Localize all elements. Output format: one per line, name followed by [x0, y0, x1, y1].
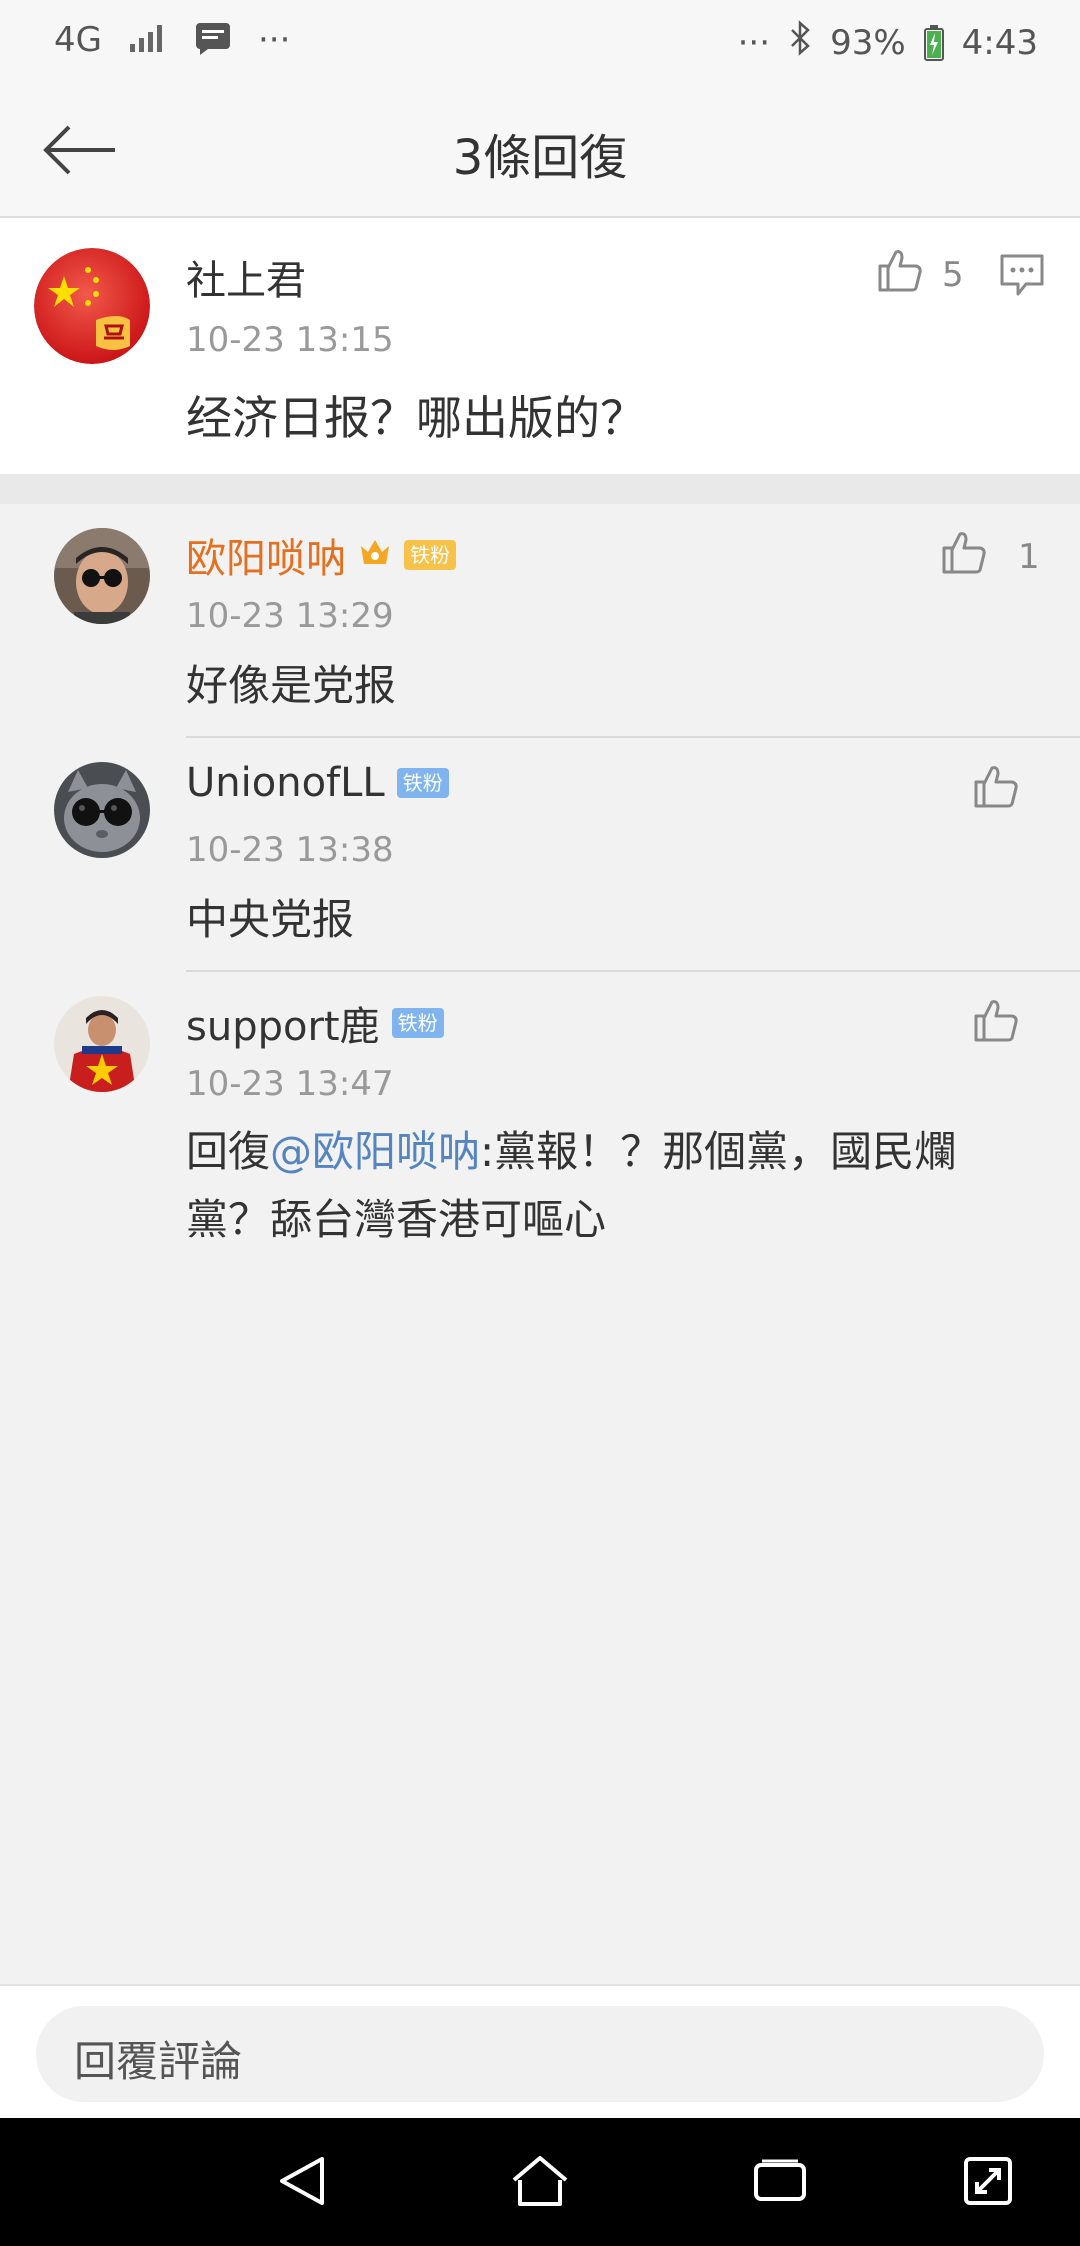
like-count: 1 — [1018, 536, 1040, 577]
thumbs-up-icon — [972, 762, 1020, 819]
reply-list: 欧阳唢呐 铁粉 1 10-23 13:29 好像是党报 UnionofLL 铁粉… — [0, 504, 1080, 1272]
fan-badge: 铁粉 — [404, 540, 456, 570]
mention-link[interactable]: @欧阳唢呐 — [270, 1127, 480, 1176]
nav-back-icon — [274, 2153, 330, 2213]
avatar[interactable] — [54, 528, 150, 624]
expand-screen-icon — [963, 2156, 1013, 2210]
nav-recents-button[interactable] — [740, 2148, 820, 2218]
reply-text-line1: :黨報！？那個黨，國民爛 — [480, 1127, 957, 1176]
vip-crown-icon — [358, 532, 392, 578]
reply-prefix: 回復 — [186, 1127, 271, 1176]
avatar[interactable] — [54, 996, 150, 1092]
thumbs-up-icon — [972, 996, 1020, 1053]
comment-time: 10-23 13:15 — [186, 320, 394, 360]
username[interactable]: 社上君 — [186, 248, 306, 306]
thumbs-up-icon — [876, 246, 924, 303]
message-icon — [194, 21, 232, 59]
thumbs-up-icon — [940, 528, 988, 585]
reply-time: 10-23 13:47 — [186, 1064, 394, 1104]
reply-item: 欧阳唢呐 铁粉 1 10-23 13:29 好像是党报 — [0, 504, 1080, 738]
nav-back-button[interactable] — [262, 2148, 342, 2218]
username-row: UnionofLL 铁粉 — [186, 760, 449, 806]
status-bar: 4G ··· ··· 93% 4:43 — [0, 0, 1080, 88]
fan-badge: 铁粉 — [391, 1008, 444, 1038]
reply-text-line2: 黨？舔台灣香港可嘔心 — [186, 1195, 607, 1244]
username-row: 欧阳唢呐 铁粉 — [186, 526, 456, 584]
signal-icon — [128, 22, 168, 58]
username[interactable]: UnionofLL — [186, 760, 385, 806]
like-button[interactable]: 1 — [940, 528, 1040, 585]
nav-home-button[interactable] — [500, 2148, 580, 2218]
more-status-indicator: ··· — [737, 22, 771, 63]
battery-icon — [923, 24, 944, 61]
header: 3條回復 — [0, 88, 1080, 218]
system-navigation-bar — [0, 2118, 1080, 2246]
network-indicator: 4G — [54, 20, 102, 60]
reply-text: 好像是党报 — [186, 661, 397, 710]
avatar[interactable] — [34, 248, 150, 364]
like-button[interactable] — [972, 996, 1020, 1053]
username-row: support鹿 铁粉 — [186, 994, 444, 1052]
page-title: 3條回復 — [452, 130, 628, 186]
username[interactable]: support鹿 — [186, 994, 380, 1052]
avatar[interactable] — [54, 762, 150, 858]
reply-input[interactable]: 回覆評論 — [36, 2006, 1044, 2102]
nav-recents-icon — [752, 2157, 808, 2209]
username[interactable]: 欧阳唢呐 — [186, 526, 346, 584]
bluetooth-icon — [788, 20, 812, 65]
reply-item: UnionofLL 铁粉 10-23 13:38 中央党报 — [0, 738, 1080, 972]
main-comment: 社上君 10-23 13:15 经济日报？哪出版的？ 5 — [0, 218, 1080, 474]
fan-badge: 铁粉 — [396, 768, 449, 798]
reply-comment-button[interactable] — [998, 252, 1046, 302]
like-button[interactable] — [972, 762, 1020, 819]
comment-text: 经济日报？哪出版的？ — [186, 391, 646, 445]
reply-time: 10-23 13:38 — [186, 830, 394, 870]
like-count: 5 — [942, 254, 964, 295]
reply-input-placeholder: 回覆評論 — [74, 2037, 243, 2086]
reply-text: 回復@欧阳唢呐:黨報！？那個黨，國民爛 黨？舔台灣香港可嘔心 — [186, 1118, 1026, 1254]
clock: 4:43 — [961, 22, 1038, 63]
reply-text: 中央党报 — [186, 895, 355, 944]
more-notifications-indicator: ··· — [257, 20, 291, 60]
reply-time: 10-23 13:29 — [186, 596, 394, 636]
nav-expand-button[interactable] — [948, 2148, 1028, 2218]
battery-percent: 93% — [830, 22, 906, 63]
reply-item: support鹿 铁粉 10-23 13:47 回復@欧阳唢呐:黨報！？那個黨，… — [0, 972, 1080, 1272]
comment-bubble-icon — [998, 254, 1046, 302]
section-separator — [0, 474, 1080, 504]
nav-home-icon — [510, 2154, 570, 2212]
like-button[interactable]: 5 — [876, 246, 964, 303]
reply-bar: 回覆評論 — [0, 1984, 1080, 2120]
